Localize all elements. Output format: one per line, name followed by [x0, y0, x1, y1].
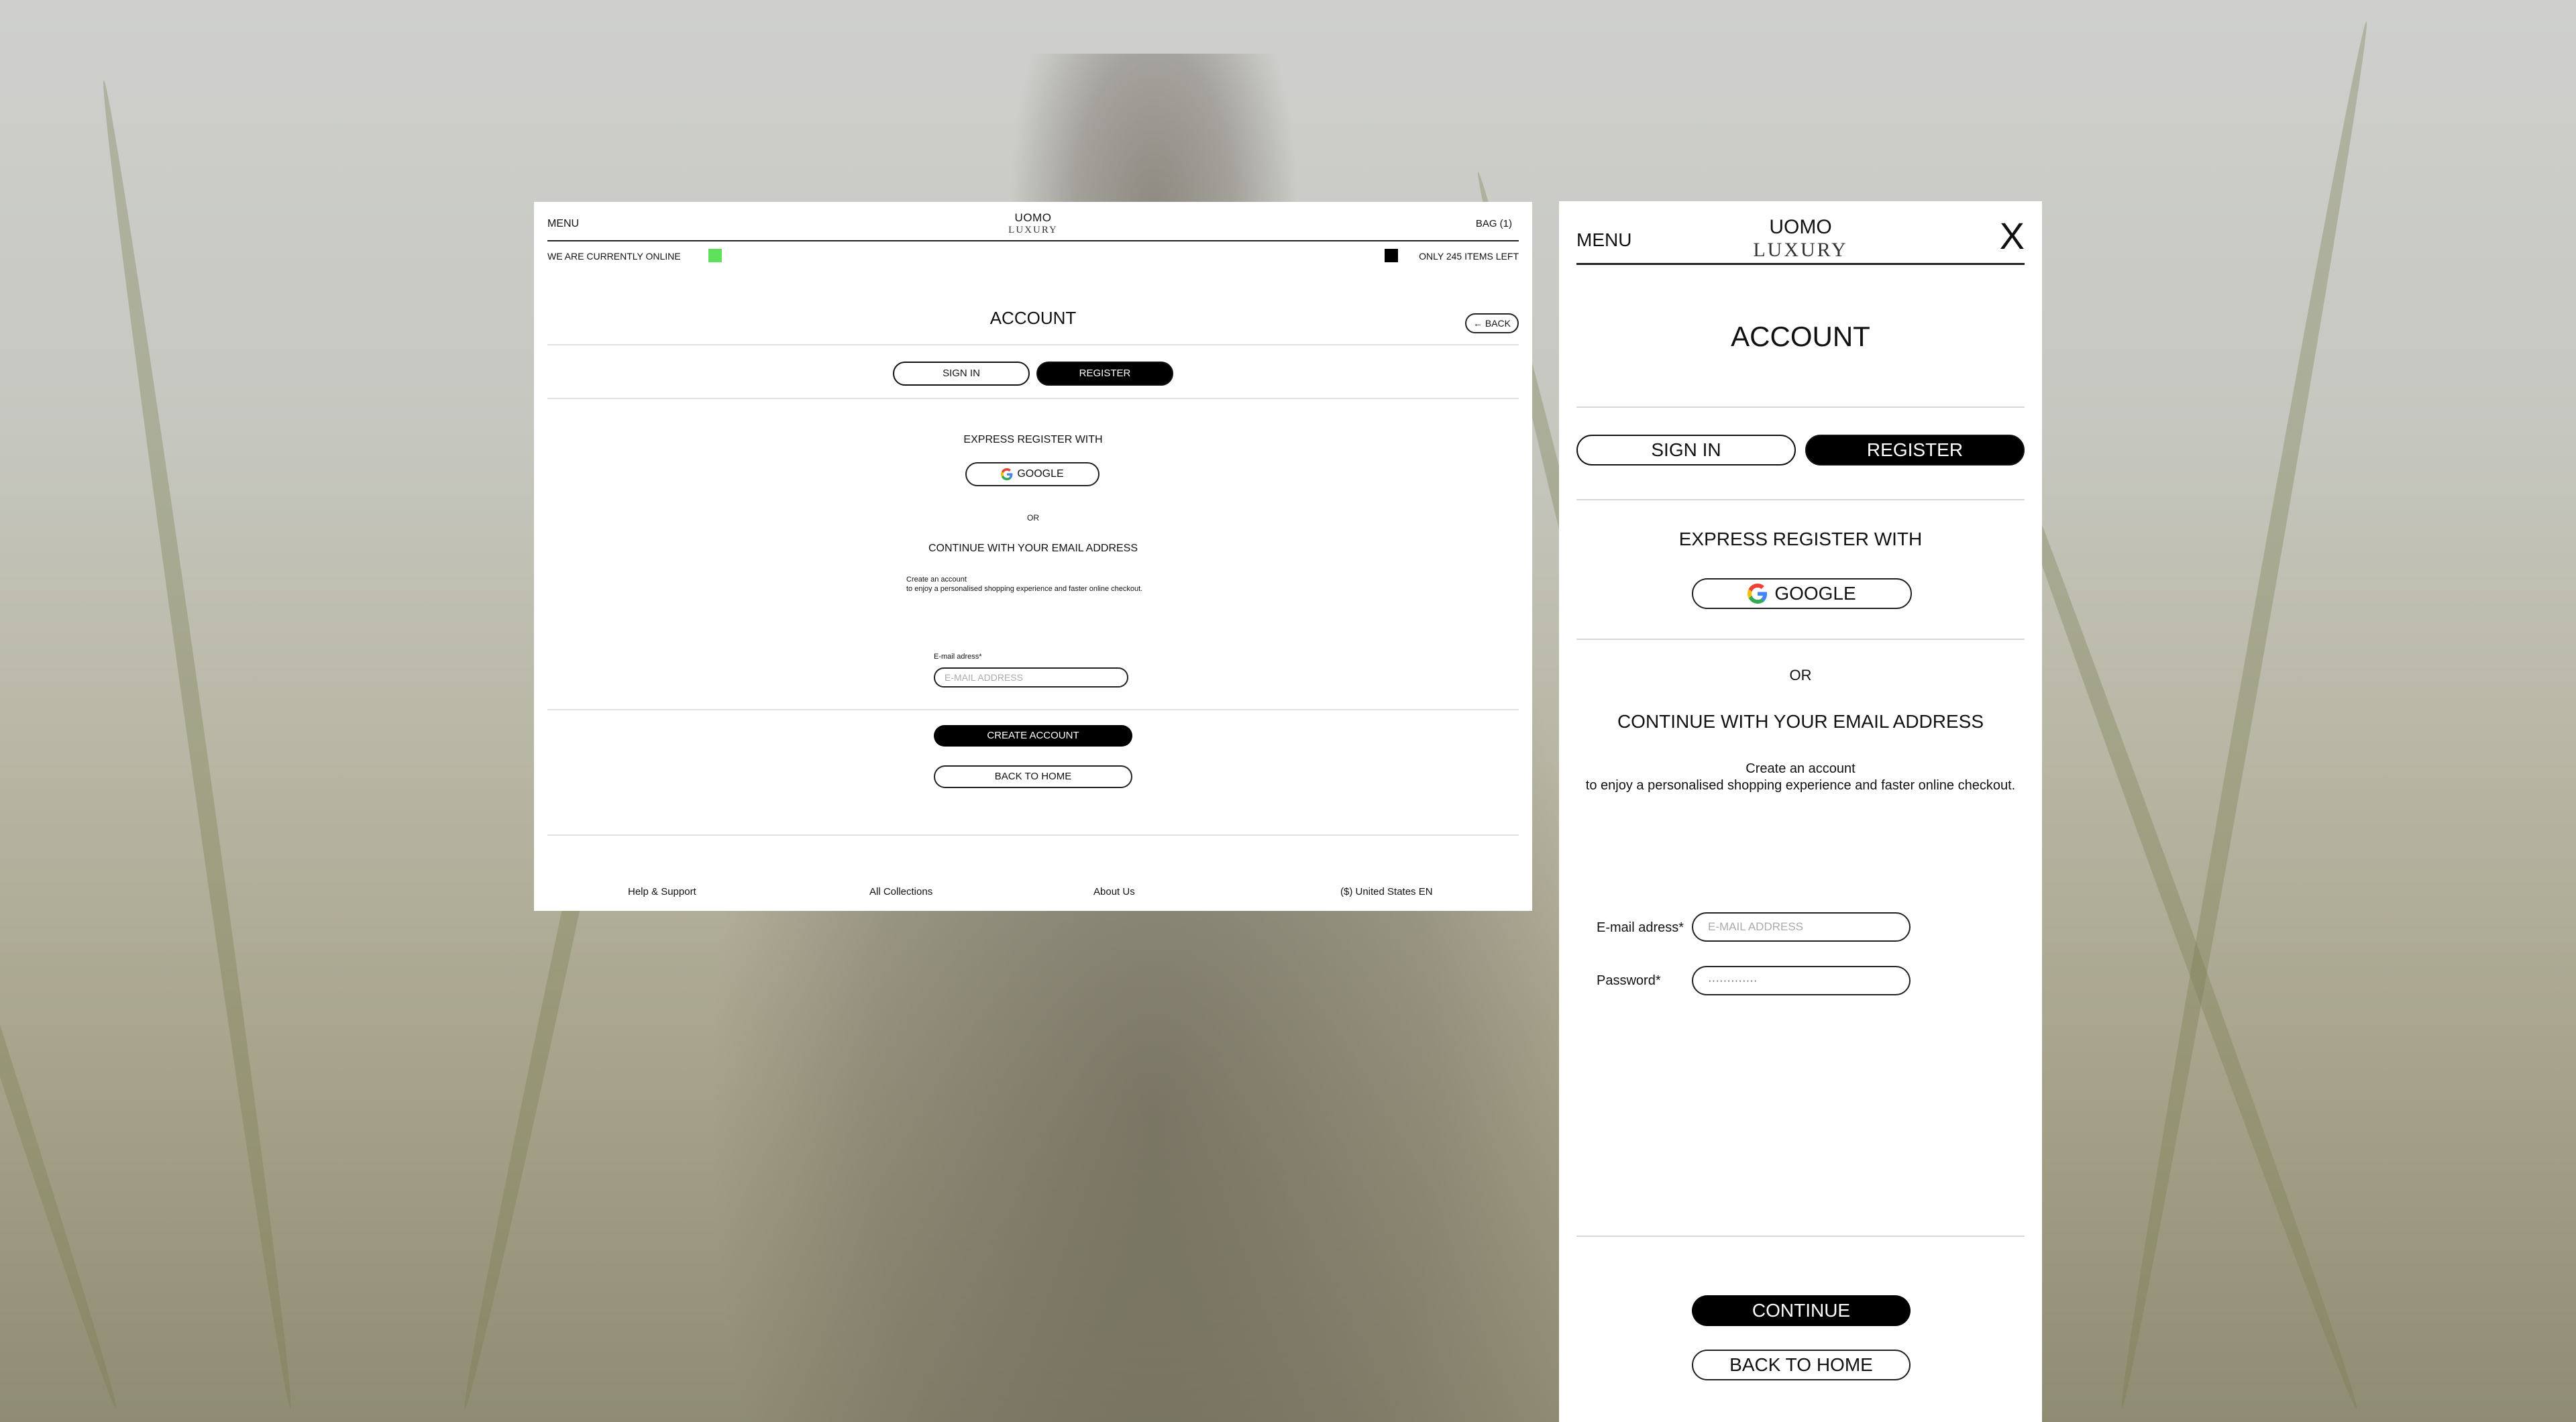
divider [547, 344, 1519, 345]
brand-name: UOMO [1769, 216, 1832, 238]
email-input[interactable]: E-MAIL ADDRESS [934, 667, 1128, 688]
auth-tabs: SIGN IN REGISTER [534, 362, 1532, 386]
mobile-account-panel: MENU UOMO LUXURY X ACCOUNT SIGN IN REGIS… [1559, 201, 2042, 1422]
menu-button[interactable]: MENU [547, 218, 579, 230]
grass-blade [2113, 19, 2375, 1411]
create-account-line2: to enjoy a personalised shopping experie… [1585, 778, 2016, 793]
page-title: ACCOUNT [989, 308, 1077, 328]
or-divider: OR [1027, 513, 1039, 523]
back-to-home-button[interactable]: BACK TO HOME [934, 765, 1132, 788]
divider [547, 709, 1519, 710]
email-section-heading: CONTINUE WITH YOUR EMAIL ADDRESS [928, 543, 1138, 554]
grass-blade [0, 258, 125, 1412]
email-label: E-mail adress* [934, 653, 982, 661]
create-account-line2: to enjoy a personalised shopping experie… [906, 585, 1143, 593]
back-to-home-button[interactable]: BACK TO HOME [1692, 1350, 1911, 1380]
express-register-heading: EXPRESS REGISTER WITH [1678, 529, 1923, 549]
close-icon[interactable]: X [2000, 217, 2025, 255]
divider [547, 834, 1519, 836]
email-label: E-mail adress* [1597, 920, 1684, 935]
password-input[interactable]: ············· [1692, 966, 1911, 995]
tab-sign-in[interactable]: SIGN IN [893, 362, 1030, 386]
divider [1576, 499, 2025, 500]
stock-indicator [1385, 249, 1398, 262]
brand-tagline: LUXURY [1008, 225, 1058, 235]
tab-sign-in[interactable]: SIGN IN [1576, 435, 1796, 466]
brand-name: UOMO [1014, 211, 1052, 224]
express-register-heading: EXPRESS REGISTER WITH [963, 434, 1103, 445]
google-icon [1001, 468, 1013, 480]
desktop-account-panel: MENU UOMO LUXURY BAG (1) WE ARE CURRENTL… [534, 202, 1532, 911]
brand-logo[interactable]: UOMO LUXURY [1753, 216, 1847, 262]
footer-link-about[interactable]: About Us [1093, 886, 1135, 897]
footer-link-help[interactable]: Help & Support [628, 886, 696, 897]
menu-button[interactable]: MENU [1576, 229, 1631, 251]
google-button[interactable]: GOOGLE [1692, 578, 1912, 609]
divider [1576, 1236, 2025, 1237]
auth-tabs: SIGN IN REGISTER [1576, 435, 2025, 466]
divider [1576, 639, 2025, 640]
google-button[interactable]: GOOGLE [965, 462, 1099, 486]
google-label: GOOGLE [1017, 468, 1064, 480]
password-label: Password* [1597, 973, 1661, 988]
footer-locale-selector[interactable]: ($) United States EN [1340, 886, 1433, 897]
email-section-heading: CONTINUE WITH YOUR EMAIL ADDRESS [1617, 711, 1984, 732]
google-icon [1748, 584, 1768, 604]
brand-tagline: LUXURY [1753, 239, 1848, 261]
footer: Help & Support All Collections About Us … [534, 886, 1532, 901]
back-button[interactable]: ← BACK [1464, 313, 1519, 333]
grass-blade [95, 78, 299, 1410]
online-indicator [708, 249, 722, 262]
header: MENU UOMO LUXURY X [1576, 201, 2025, 265]
or-divider: OR [1789, 667, 1812, 683]
divider [547, 398, 1519, 399]
continue-button[interactable]: CONTINUE [1692, 1295, 1911, 1326]
status-bar: WE ARE CURRENTLY ONLINE ONLY 245 ITEMS L… [547, 249, 1519, 264]
online-status-text: WE ARE CURRENTLY ONLINE [547, 251, 681, 262]
footer-link-collections[interactable]: All Collections [869, 886, 932, 897]
google-label: GOOGLE [1774, 583, 1856, 604]
create-account-line1: Create an account [1746, 761, 1856, 776]
create-account-button[interactable]: CREATE ACCOUNT [934, 725, 1132, 747]
create-account-line1: Create an account [906, 576, 967, 584]
brand-logo[interactable]: UOMO LUXURY [1008, 211, 1058, 236]
tab-register[interactable]: REGISTER [1036, 362, 1173, 386]
tab-register[interactable]: REGISTER [1805, 435, 2025, 466]
divider [1576, 406, 2025, 408]
header: MENU UOMO LUXURY BAG (1) [547, 202, 1519, 241]
bag-button[interactable]: BAG (1) [1476, 218, 1512, 229]
page-title: ACCOUNT [1731, 321, 1870, 352]
create-account-description: Create an account to enjoy a personalise… [1559, 761, 2042, 794]
stock-status-text: ONLY 245 ITEMS LEFT [1419, 251, 1519, 262]
create-account-description: Create an account to enjoy a personalise… [906, 575, 1142, 594]
email-input[interactable]: E-MAIL ADDRESS [1692, 912, 1911, 942]
